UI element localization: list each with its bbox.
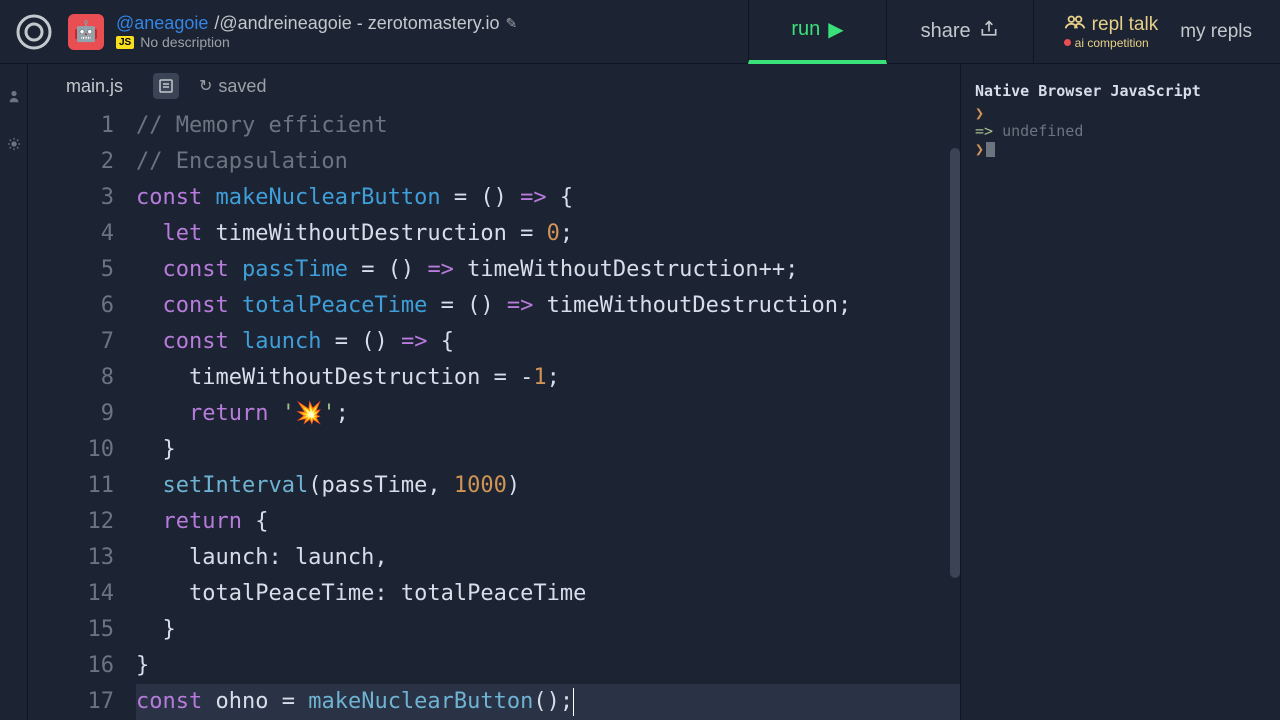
play-icon: ▶ (828, 17, 843, 42)
console-cursor (986, 142, 995, 157)
saved-indicator: ↻ saved (199, 76, 266, 97)
tab-bar: main.js ↻ saved (28, 64, 960, 108)
settings-icon[interactable] (7, 137, 21, 154)
my-repls-link[interactable]: my repls (1180, 21, 1252, 43)
user-link[interactable]: @aneagoie (116, 13, 208, 34)
project-name: /@andreineagoie - zerotomastery.io (214, 13, 499, 34)
people-icon (1064, 14, 1086, 36)
repl-talk-link[interactable]: repl talk ai competition (1064, 14, 1159, 50)
history-icon: ↻ (199, 76, 212, 96)
console-prompt: ❯ (975, 104, 984, 122)
lang-badge: JS (116, 36, 134, 49)
code-content[interactable]: // Memory efficient// Encapsulationconst… (136, 108, 960, 720)
edit-icon[interactable]: ✎ (505, 15, 517, 32)
notification-dot (1064, 39, 1071, 46)
editor-scrollbar[interactable] (950, 148, 960, 578)
console-result-arrow: => (975, 122, 1002, 140)
console[interactable]: Native Browser JavaScript ❯ => undefined… (960, 64, 1280, 720)
avatar[interactable]: 🤖 (68, 14, 104, 50)
files-icon[interactable] (7, 90, 21, 107)
replit-logo[interactable] (14, 12, 54, 52)
console-result: undefined (1002, 122, 1083, 140)
files-panel-icon[interactable] (153, 73, 179, 99)
share-button[interactable]: share (887, 0, 1034, 64)
left-rail (0, 64, 28, 720)
file-tab[interactable]: main.js (56, 72, 133, 101)
console-title: Native Browser JavaScript (975, 82, 1266, 100)
console-prompt: ❯ (975, 140, 984, 158)
header: 🤖 @aneagoie /@andreineagoie - zerotomaste… (0, 0, 1280, 64)
run-button[interactable]: run ▶ (748, 0, 886, 64)
project-title-block: @aneagoie /@andreineagoie - zerotomastery… (116, 13, 517, 50)
line-gutter: 1234567891011121314151617 (28, 108, 136, 720)
code-area[interactable]: 1234567891011121314151617 // Memory effi… (28, 108, 960, 720)
share-icon (979, 19, 999, 45)
main: main.js ↻ saved 123456789101112131415161… (0, 64, 1280, 720)
editor: main.js ↻ saved 123456789101112131415161… (28, 64, 960, 720)
project-description: No description (140, 34, 230, 50)
